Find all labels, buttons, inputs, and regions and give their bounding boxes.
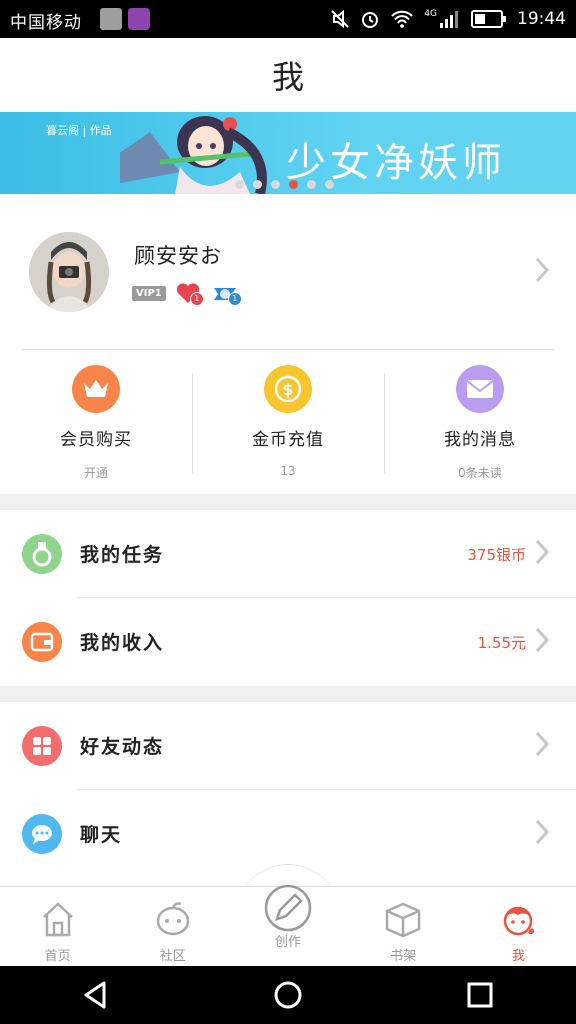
tab-label: 社区: [159, 949, 186, 964]
medal-icon: [22, 534, 62, 574]
quick-action-label: 金币充值: [252, 430, 324, 450]
recent-apps-icon[interactable]: [464, 979, 496, 1011]
quick-action-label: 我的消息: [444, 430, 516, 450]
avatar[interactable]: [29, 232, 109, 312]
carrier-label: 中国移动: [10, 13, 82, 33]
username: 顾安安お: [134, 244, 222, 268]
grid-icon: [22, 726, 62, 766]
quick-action-recharge[interactable]: $ 金币充值 13: [192, 349, 384, 494]
quick-action-sub: 0条未读: [458, 466, 502, 480]
tab-label: 我: [511, 949, 525, 964]
profile-card: 顾安安お VIP1 1 1 会员购买 开通 $ 金币充值 13 我的消息 0条未…: [0, 194, 576, 494]
banner-studio-label: 暮云阁 | 作品: [46, 124, 112, 137]
tab-label: 书架: [390, 949, 417, 964]
tab-me[interactable]: 我: [461, 887, 576, 967]
tab-community[interactable]: 社区: [115, 887, 230, 967]
level-count: 1: [227, 292, 242, 306]
tab-create[interactable]: 创作: [230, 884, 345, 967]
back-icon[interactable]: [80, 979, 112, 1011]
quick-actions: 会员购买 开通 $ 金币充值 13 我的消息 0条未读: [0, 349, 576, 494]
profile-header[interactable]: 顾安安お VIP1 1 1: [0, 194, 576, 344]
pagination-dot: [325, 180, 334, 189]
network-type-label: 4G: [424, 9, 437, 19]
quick-action-sub: 开通: [83, 466, 108, 480]
page-title: 我: [271, 58, 304, 96]
menu-item-value: 1.55元: [477, 634, 526, 652]
system-nav-bar: [0, 966, 576, 1024]
vip-badge: VIP1: [132, 285, 166, 301]
quick-action-sub: 13: [280, 464, 296, 478]
tab-bookshelf[interactable]: 书架: [346, 887, 461, 967]
menu-group-tasks: 我的任务 375银币 我的收入 1.55元: [0, 510, 576, 686]
chevron-right-icon: [535, 731, 550, 757]
alarm-icon: [362, 12, 379, 28]
menu-item-label: 我的收入: [80, 632, 165, 654]
me-icon: [504, 906, 535, 936]
notification-app-icon-2: [128, 8, 150, 30]
like-count: 1: [189, 292, 204, 306]
svg-text:$: $: [282, 380, 293, 399]
wallet-icon: [22, 622, 62, 662]
tab-label: 创作: [275, 935, 302, 950]
menu-item-friend-feed[interactable]: 好友动态: [0, 702, 576, 790]
clock: 19:44: [517, 9, 566, 29]
menu-item-label: 聊天: [80, 824, 123, 846]
menu-item-value: 375银币: [467, 546, 526, 564]
tab-label: 首页: [44, 949, 71, 964]
menu-item-label: 我的任务: [80, 544, 165, 566]
page-header: 我: [0, 38, 576, 112]
pagination-dot: [271, 180, 280, 189]
chevron-right-icon: [535, 257, 550, 283]
pagination-dot: [235, 180, 244, 189]
quick-action-membership[interactable]: 会员购买 开通: [0, 349, 192, 494]
bookshelf-icon: [385, 902, 421, 938]
menu-item-tasks[interactable]: 我的任务 375银币: [0, 510, 576, 598]
chat-icon: [22, 814, 62, 854]
crown-icon: [72, 365, 120, 413]
user-badges: VIP1 1 1: [132, 282, 242, 306]
chevron-right-icon: [535, 539, 550, 565]
pagination-dot: [253, 180, 262, 189]
pagination-dot-active: [289, 180, 298, 189]
mute-icon: [331, 9, 350, 29]
wifi-icon: [391, 10, 414, 28]
tab-home[interactable]: 首页: [0, 887, 115, 967]
community-icon: [156, 902, 190, 936]
level-badge: 1: [212, 282, 242, 306]
mail-icon: [456, 365, 504, 413]
pen-icon: [264, 884, 312, 932]
signal-icon: [440, 11, 458, 28]
menu-item-income[interactable]: 我的收入 1.55元: [0, 598, 576, 686]
home-icon: [42, 902, 73, 937]
bottom-tab-bar: 首页 社区 创作 书架 我: [0, 884, 576, 967]
home-button-icon[interactable]: [272, 979, 304, 1011]
quick-action-messages[interactable]: 我的消息 0条未读: [384, 349, 576, 494]
banner-pagination: [235, 180, 334, 189]
status-bar: 中国移动 4G 19:44: [0, 0, 576, 38]
quick-action-label: 会员购买: [60, 430, 132, 450]
coin-icon: $: [264, 365, 312, 413]
chevron-right-icon: [535, 627, 550, 653]
chevron-right-icon: [535, 819, 550, 845]
notification-app-icon: [100, 8, 122, 30]
menu-item-label: 好友动态: [80, 736, 165, 758]
pagination-dot: [307, 180, 316, 189]
menu-group-social: 好友动态 聊天: [0, 702, 576, 886]
like-badge: 1: [176, 282, 204, 306]
battery-icon: [471, 10, 506, 28]
